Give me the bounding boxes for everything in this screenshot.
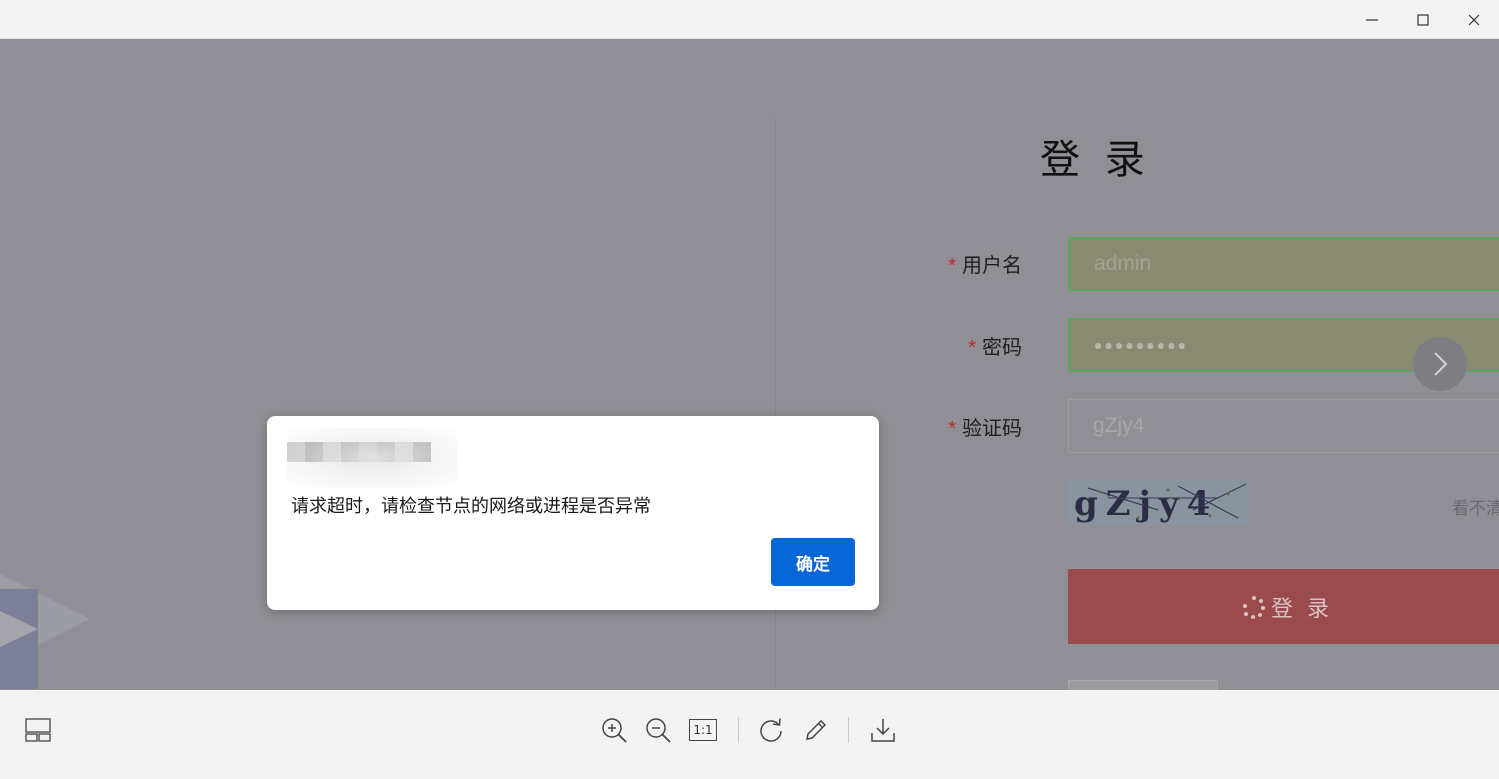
error-dialog: 请求超时，请检查节点的网络或进程是否异常 确定	[267, 416, 879, 610]
layout-icon[interactable]	[22, 714, 54, 746]
username-value: admin	[1094, 252, 1152, 275]
login-button-label: 登 录	[1270, 595, 1334, 621]
captcha-label-text: 验证码	[962, 418, 1022, 440]
required-mark: *	[948, 255, 956, 277]
rotate-icon[interactable]	[755, 714, 787, 746]
minimize-icon[interactable]	[1347, 0, 1397, 39]
password-label-text: 密码	[982, 337, 1022, 359]
viewer-toolbar: 1:1	[0, 690, 1499, 779]
captcha-refresh-link[interactable]: 看不清	[1452, 494, 1499, 519]
dialog-title-redacted	[287, 428, 457, 488]
decorative-shape	[0, 611, 38, 647]
required-mark: *	[948, 418, 956, 440]
download-icon[interactable]	[867, 714, 899, 746]
loading-spinner-icon	[1242, 595, 1265, 619]
password-value: ●●●●●●●●●	[1094, 337, 1189, 353]
captcha-value: gZjy4	[1093, 414, 1145, 437]
required-mark: *	[968, 337, 976, 359]
chevron-right-icon[interactable]	[1413, 337, 1467, 391]
actual-size-label: 1:1	[689, 719, 717, 741]
confirm-button[interactable]: 确定	[771, 538, 855, 586]
window-titlebar	[0, 0, 1499, 39]
captcha-field[interactable]: gZjy4	[1068, 399, 1499, 453]
username-label-text: 用户名	[962, 255, 1022, 277]
password-label: * 密码	[912, 331, 1022, 360]
edit-icon[interactable]	[800, 714, 832, 746]
dialog-message: 请求超时，请检查节点的网络或进程是否异常	[291, 496, 651, 516]
secondary-field	[1068, 680, 1218, 690]
username-label: * 用户名	[912, 249, 1022, 278]
close-icon[interactable]	[1449, 0, 1499, 39]
captcha-image[interactable]: gZjy4	[1068, 480, 1248, 525]
maximize-icon[interactable]	[1398, 0, 1448, 39]
login-button[interactable]: 登 录	[1068, 569, 1499, 644]
toolbar-separator	[848, 717, 849, 743]
username-field[interactable]: admin	[1068, 237, 1499, 291]
login-title: 登 录	[1040, 137, 1151, 183]
actual-size-icon[interactable]: 1:1	[687, 714, 719, 746]
zoom-in-icon[interactable]	[598, 714, 630, 746]
captcha-noise	[1087, 483, 1247, 520]
captcha-label: * 验证码	[912, 412, 1022, 441]
zoom-out-icon[interactable]	[642, 714, 674, 746]
toolbar-separator	[738, 717, 739, 743]
